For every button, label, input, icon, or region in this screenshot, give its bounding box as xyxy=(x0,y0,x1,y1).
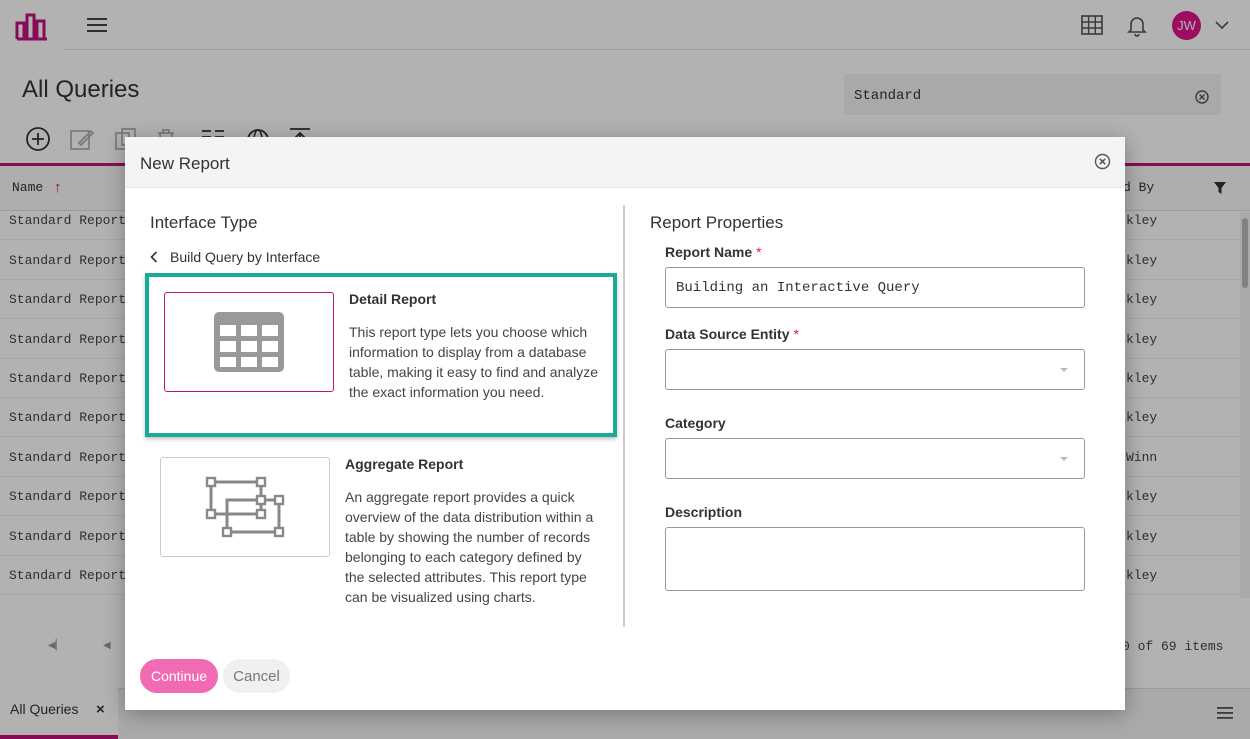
description-textarea[interactable] xyxy=(665,527,1085,591)
cancel-button[interactable]: Cancel xyxy=(223,659,290,693)
report-name-field[interactable]: Building an Interactive Query xyxy=(665,267,1085,308)
option-title: Aggregate Report xyxy=(345,456,464,472)
option-detail-report[interactable]: Detail Report This report type lets you … xyxy=(145,273,617,437)
category-select[interactable] xyxy=(665,438,1085,479)
dialog-title: New Report xyxy=(140,154,230,173)
report-properties-title: Report Properties xyxy=(650,213,784,232)
option-title: Detail Report xyxy=(349,291,437,307)
dialog-header: New Report xyxy=(125,137,1125,188)
report-name-label: Report Name * xyxy=(665,244,762,260)
close-icon[interactable] xyxy=(1094,153,1111,170)
option-description: This report type lets you choose which i… xyxy=(349,324,599,400)
dropdown-arrow-icon[interactable] xyxy=(1058,365,1070,375)
aggregate-report-thumbnail[interactable] xyxy=(160,457,330,557)
required-mark: * xyxy=(793,326,799,342)
data-source-entity-label: Data Source Entity * xyxy=(665,326,799,342)
back-link-label: Build Query by Interface xyxy=(170,249,321,265)
data-source-entity-select[interactable] xyxy=(665,349,1085,390)
detail-report-thumbnail[interactable] xyxy=(164,292,334,392)
back-link[interactable]: Build Query by Interface xyxy=(150,249,320,265)
chevron-left-icon xyxy=(150,251,158,263)
table-grid-icon xyxy=(214,312,284,372)
category-label: Category xyxy=(665,415,726,431)
interface-type-title: Interface Type xyxy=(150,213,258,232)
option-aggregate-report[interactable]: Aggregate Report An aggregate report pro… xyxy=(145,442,617,632)
required-mark: * xyxy=(756,244,762,260)
option-description: An aggregate report provides a quick ove… xyxy=(345,489,594,605)
new-report-dialog: New Report Interface Type Build Query by… xyxy=(125,137,1125,710)
group-nodes-icon xyxy=(205,476,285,538)
description-label: Description xyxy=(665,504,743,520)
continue-button[interactable]: Continue xyxy=(140,659,218,693)
dropdown-arrow-icon[interactable] xyxy=(1058,454,1070,464)
column-divider xyxy=(623,205,625,627)
